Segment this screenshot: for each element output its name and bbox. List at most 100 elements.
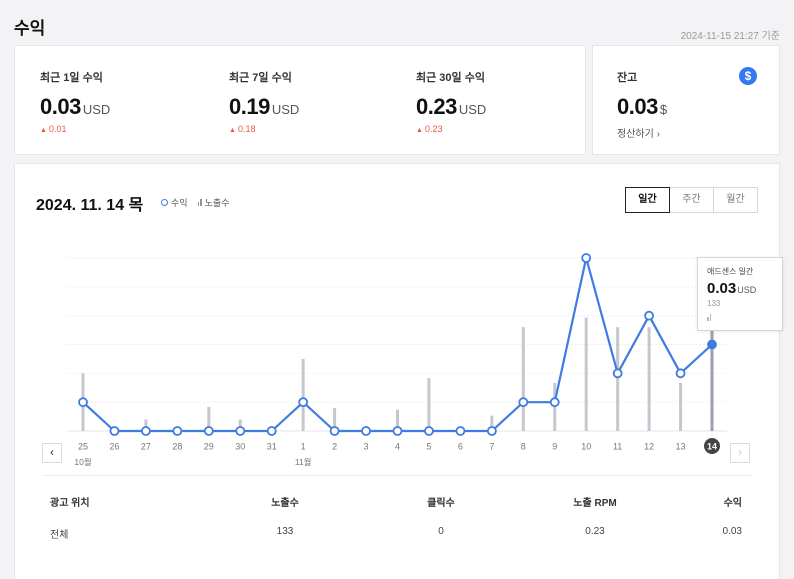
impression-bar [427,378,431,431]
stat-7day: 최근 7일 수익 0.19 USD ▲ 0.18 [229,69,299,134]
chevron-right-icon[interactable]: › [730,443,750,463]
revenue-point [203,426,214,436]
stat-unit: USD [271,102,300,117]
x-tick-label: 27 [141,442,151,452]
balance-value: 0.03 $ [617,94,667,120]
balance-stat: 잔고 0.03 $ 정산하기 › [617,69,667,140]
stat-unit: USD [82,102,111,117]
stat-delta-value: 0.18 [237,124,256,134]
table-cell: 0.23 [585,526,605,537]
chevron-left-icon[interactable]: ‹ [42,443,62,463]
revenue-point [266,426,277,436]
table-header-cell: 클릭수 [427,498,455,509]
revenue-point [329,426,340,436]
stat-delta-value: 0.01 [48,124,67,134]
page-title: 수익 [14,19,46,38]
impression-bar [679,382,683,431]
timestamp: 2024-11-15 21:27 기준 [680,31,780,42]
revenue-point [612,368,623,379]
stat-value: 0.19 USD [229,94,299,120]
impression-bar [616,327,620,431]
stat-number: 0.19 [229,94,270,119]
chart-tooltip: 애드센스 일간 0.03USD 133 [697,257,783,331]
revenue-point [361,426,371,436]
table-header-cell: 노출수 [271,498,299,509]
x-tick-label: 5 [426,442,431,452]
stat-value: 0.03 USD [40,94,110,120]
up-triangle-icon: ▲ [40,127,47,134]
revenue-point [644,310,654,321]
revenue-point [707,339,717,350]
bar-chart-icon [707,314,711,321]
settle-link-label: 정산하기 [617,129,654,140]
chart-card: 2024. 11. 14 목 수익 노출수 일간 주간 월간 25 26 27 28 2… [14,163,783,579]
revenue-point [549,397,560,408]
balance-card: 잔고 0.03 $ 정산하기 › $ [592,45,780,155]
stat-unit: USD [458,102,487,117]
stat-number: 0.23 [416,94,457,119]
table-cell: 전체 [50,530,69,541]
x-tick-label: 7 [489,442,494,452]
revenue-point [486,426,497,436]
revenue-point [518,397,529,408]
balance-unit: $ [659,102,668,117]
chevron-right-icon: › [656,129,660,140]
revenue-point [455,426,466,436]
revenue-point [172,426,183,436]
x-tick-label: 8 [521,442,526,452]
revenue-point [235,426,246,436]
revenue-point [392,426,403,436]
impression-bar [584,317,588,431]
stat-30day: 최근 30일 수익 0.23 USD ▲ 0.23 [416,69,486,134]
revenue-point [675,368,686,379]
revenue-point [140,426,151,436]
x-tick-label: 11 [613,442,622,452]
stat-label: 최근 1일 수익 [40,72,103,84]
x-tick-label: 2 [332,442,337,452]
x-tick-label: 26 [109,442,119,452]
stat-delta: ▲ 0.01 [40,124,110,134]
stat-number: 0.03 [40,94,81,119]
impression-bar [301,358,305,431]
stat-1day: 최근 1일 수익 0.03 USD ▲ 0.01 [40,69,110,134]
x-tick-label: 12 [644,442,654,452]
tooltip-impressions: 133 [707,299,721,308]
x-tick-label: 28 [172,442,182,452]
settle-link[interactable]: 정산하기 › [617,125,667,140]
stat-delta: ▲ 0.23 [416,124,486,134]
table-cell: 0 [438,526,444,537]
month-label: 11월 [295,457,312,467]
summary-card: 최근 1일 수익 0.03 USD ▲ 0.01 최근 7일 수익 0.19 USD … [14,45,586,155]
balance-number: 0.03 [617,94,658,119]
up-triangle-icon: ▲ [416,127,423,134]
tooltip-value: 0.03USD [707,280,773,298]
x-tick-label: 31 [267,442,277,452]
x-tick-label: 9 [552,442,557,452]
revenue-point [78,397,88,408]
tooltip-unit: USD [737,285,757,295]
table-header-cell: 광고 위치 [50,498,90,509]
x-tick-label: 1 [301,442,306,452]
ad-placement-table: 광고 위치 노출수 클릭수 노출 RPM 수익 전체 133 0 0.23 0.… [15,494,779,558]
month-label: 10월 [74,457,91,467]
balance-label: 잔고 [617,72,638,84]
revenue-point [109,426,120,436]
stat-delta: ▲ 0.18 [229,124,299,134]
table-row: 전체 133 0 0.23 0.03 [15,526,779,558]
x-tick-label: 29 [204,442,214,452]
x-tick-label: 4 [395,442,400,452]
tab-daily[interactable]: 일간 [625,187,670,213]
up-triangle-icon: ▲ [229,127,236,134]
table-cell: 0.03 [722,526,742,537]
impression-bar [521,327,525,431]
tooltip-title: 애드센스 일간 [707,267,754,276]
revenue-point [424,426,434,436]
revenue-point [298,397,309,408]
stat-label: 최근 7일 수익 [229,72,292,84]
x-tick-label: 10 [581,442,591,452]
impression-bar [647,327,651,431]
revenue-point [581,253,592,263]
x-tick-label: 13 [676,442,686,452]
x-tick-label: 30 [235,442,245,452]
x-tick-label: 3 [364,442,369,452]
